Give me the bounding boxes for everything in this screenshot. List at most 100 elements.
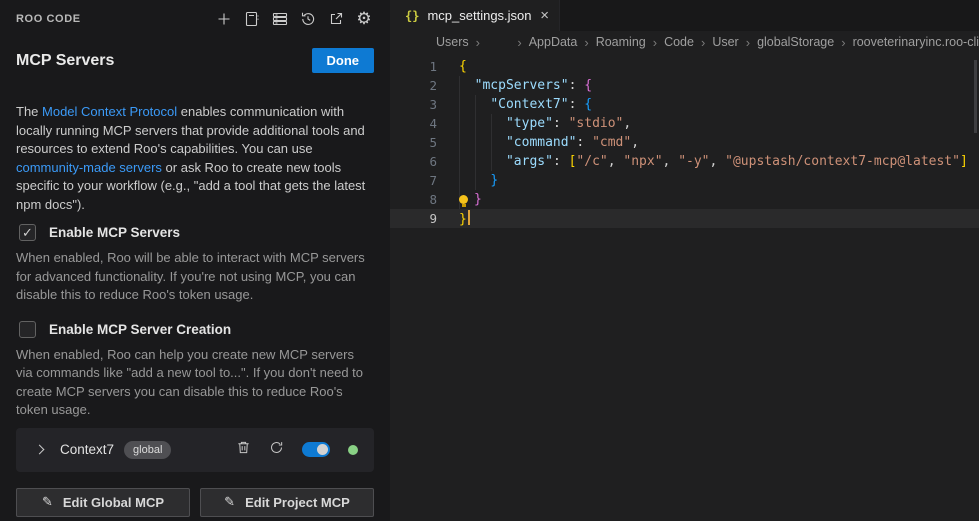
code-token: "Context7" [490, 97, 568, 112]
code-token: ] [960, 154, 968, 169]
check-icon: ✓ [22, 225, 33, 241]
chevron-right-icon: › [653, 35, 657, 50]
code-token: "type" [506, 116, 553, 131]
breadcrumb-item[interactable]: globalStorage [757, 35, 834, 49]
status-dot [348, 445, 358, 455]
refresh-icon[interactable] [269, 440, 284, 460]
code-token: { [584, 78, 592, 93]
history-icon[interactable] [298, 9, 318, 29]
scrollbar-thumb[interactable] [974, 60, 977, 133]
line-number: 1 [390, 59, 437, 74]
breadcrumb-item[interactable]: Code [664, 35, 694, 49]
enable-mcp-checkbox[interactable]: ✓ [19, 224, 36, 241]
plus-icon[interactable] [214, 9, 234, 29]
code-token: , [710, 154, 726, 169]
breadcrumb-item[interactable]: Roaming [596, 35, 646, 49]
code-editor[interactable]: 1{2 "mcpServers": {3 "Context7": {4 "typ… [390, 53, 979, 228]
code-token: : [576, 135, 592, 150]
link-community-made-servers[interactable]: community-made servers [16, 160, 162, 175]
breadcrumb-item[interactable]: Users [436, 35, 469, 49]
code-token: } [474, 192, 482, 207]
code-token: "npx" [623, 154, 662, 169]
line-content: { [459, 59, 467, 74]
close-icon[interactable]: × [540, 8, 549, 23]
done-button[interactable]: Done [312, 48, 375, 73]
chevron-right-icon: › [701, 35, 705, 50]
code-token [459, 135, 506, 150]
pencil-icon: ✎ [224, 495, 235, 510]
edit-global-mcp-label: Edit Global MCP [63, 495, 164, 510]
line-number: 2 [390, 78, 437, 93]
breadcrumb-item[interactable]: User [712, 35, 738, 49]
trash-icon[interactable] [236, 440, 251, 460]
line-number: 3 [390, 97, 437, 112]
chevron-right-icon[interactable] [35, 445, 45, 455]
line-content: "mcpServers": { [459, 78, 592, 93]
chevron-right-icon: › [517, 35, 521, 50]
enable-creation-description: When enabled, Roo can help you create ne… [16, 346, 374, 420]
line-number: 8 [390, 192, 437, 207]
roo-code-sidebar: ROO CODE ⚙ MCP Servers Done The [0, 0, 390, 521]
code-token: "args" [506, 154, 553, 169]
line-number: 7 [390, 173, 437, 188]
code-token: , [631, 135, 639, 150]
code-token: "/c" [576, 154, 607, 169]
edit-global-mcp-button[interactable]: ✎ Edit Global MCP [16, 488, 190, 517]
tab-filename: mcp_settings.json [427, 8, 532, 23]
chevron-right-icon: › [841, 35, 845, 50]
page-title: MCP Servers [16, 52, 114, 70]
line-number: 6 [390, 154, 437, 169]
sidebar-header: ROO CODE ⚙ [16, 6, 374, 32]
server-row-context7: Context7 global [16, 428, 374, 472]
enable-creation-row: Enable MCP Server Creation [16, 321, 374, 338]
title-row: MCP Servers Done [16, 48, 374, 73]
text-cursor [468, 210, 470, 225]
code-token: "cmd" [592, 135, 631, 150]
code-token: "mcpServers" [475, 78, 569, 93]
code-token: { [459, 59, 467, 74]
code-token: { [584, 97, 592, 112]
intro-text: The Model Context Protocol enables commu… [16, 103, 374, 214]
enable-creation-checkbox[interactable] [19, 321, 36, 338]
line-number: 5 [390, 135, 437, 150]
code-token: , [608, 154, 624, 169]
code-token: "@upstash/context7-mcp@latest" [725, 154, 960, 169]
breadcrumb-item[interactable]: AppData [529, 35, 578, 49]
server-icon[interactable] [270, 9, 290, 29]
editor-pane: {} mcp_settings.json × Users › › AppData › Ro… [390, 0, 979, 521]
code-line: 5 "command": "cmd", [390, 133, 979, 152]
intro-text-part: The [16, 104, 42, 119]
breadcrumb: Users › › AppData › Roaming › Code › User › globalS… [390, 31, 979, 53]
code-line: 8} [390, 190, 979, 209]
chevron-right-icon: › [584, 35, 588, 50]
line-content: } [459, 210, 470, 227]
code-token: : [553, 154, 569, 169]
lightbulb-icon[interactable] [459, 195, 468, 204]
link-model-context-protocol[interactable]: Model Context Protocol [42, 104, 177, 119]
code-line: 1{ [390, 57, 979, 76]
line-content: } [459, 192, 482, 207]
line-number: 9 [390, 211, 437, 226]
enable-mcp-label: Enable MCP Servers [49, 225, 180, 240]
breadcrumb-item[interactable]: rooveterinaryinc.roo-cli [853, 35, 979, 49]
enable-mcp-description: When enabled, Roo will be able to intera… [16, 249, 374, 305]
code-token [459, 116, 506, 131]
line-content: "type": "stdio", [459, 116, 631, 131]
code-token: : [569, 78, 585, 93]
code-token: "-y" [678, 154, 709, 169]
notebook-icon[interactable] [242, 9, 262, 29]
gear-icon[interactable]: ⚙ [354, 9, 374, 29]
code-line: 3 "Context7": { [390, 95, 979, 114]
chevron-right-icon: › [746, 35, 750, 50]
line-content: "Context7": { [459, 97, 592, 112]
code-line: 6 "args": ["/c", "npx", "-y", "@upstash/… [390, 152, 979, 171]
indent-guide [459, 76, 460, 209]
enable-creation-label: Enable MCP Server Creation [49, 322, 231, 337]
tab-mcp-settings[interactable]: {} mcp_settings.json × [390, 0, 560, 31]
toggle-switch[interactable] [302, 442, 330, 457]
header-icon-row: ⚙ [214, 9, 374, 29]
code-token: , [623, 116, 631, 131]
edit-buttons-row: ✎ Edit Global MCP ✎ Edit Project MCP [16, 488, 374, 517]
open-external-icon[interactable] [326, 9, 346, 29]
edit-project-mcp-button[interactable]: ✎ Edit Project MCP [200, 488, 374, 517]
